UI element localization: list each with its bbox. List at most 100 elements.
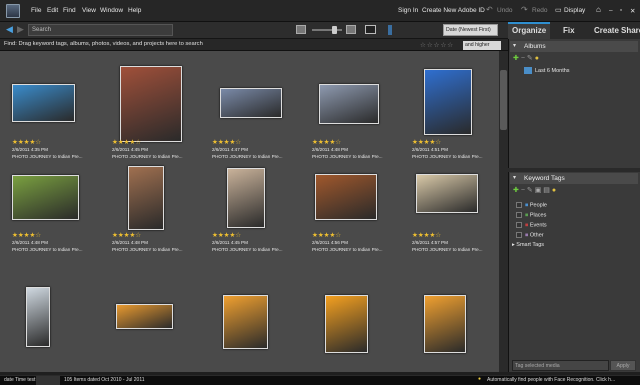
rating-stars[interactable]: ★★★★☆ — [112, 231, 141, 239]
redo-button[interactable]: Redo — [532, 7, 548, 14]
photo-thumbnail[interactable] — [12, 175, 79, 220]
photo-thumbnail[interactable] — [220, 88, 282, 118]
large-thumbnail-icon[interactable] — [346, 25, 356, 34]
photo-thumbnail[interactable] — [128, 166, 164, 230]
rating-stars[interactable]: ★★★★☆ — [312, 138, 341, 146]
full-screen-icon[interactable] — [365, 25, 376, 34]
maximize-button[interactable]: ▫ — [620, 7, 622, 14]
rating-stars[interactable]: ★★★★☆ — [412, 138, 441, 146]
albums-toolbar: ✚ − ✎ ● — [513, 54, 539, 63]
tag-selected-input[interactable]: Tag selected media — [512, 360, 609, 371]
home-icon[interactable]: ⌂ — [596, 5, 601, 14]
keyword-tags-header[interactable]: Keyword Tags — [510, 173, 638, 184]
tag-checkbox[interactable] — [516, 212, 522, 218]
menu-help[interactable]: Help — [128, 7, 141, 14]
photo-thumbnail[interactable] — [227, 168, 265, 228]
rating-stars[interactable]: ★★★★☆ — [312, 231, 341, 239]
menu-file[interactable]: File — [31, 7, 41, 14]
thumbnail-size-icon[interactable] — [296, 25, 306, 34]
bulb-icon[interactable]: ● — [552, 187, 556, 194]
minimize-button[interactable]: – — [609, 7, 613, 14]
timeline-toggle[interactable] — [36, 376, 60, 385]
tag-item-people[interactable]: ■ People — [516, 202, 547, 208]
album-item[interactable]: Last 6 Months — [524, 67, 570, 74]
sort-select[interactable]: Date (Newest First) — [443, 24, 498, 36]
import-icon[interactable]: ▣ — [535, 187, 544, 194]
rating-stars[interactable]: ★★★★☆ — [212, 231, 241, 239]
create-id-link[interactable]: Create New Adobe ID — [422, 7, 485, 14]
item-date: 2/6/2011 4:51 PM — [412, 147, 448, 152]
rating-stars[interactable]: ★★★★☆ — [12, 138, 41, 146]
add-icon[interactable]: ✚ — [513, 187, 519, 194]
add-icon[interactable]: ✚ — [513, 55, 519, 62]
tag-checkbox[interactable] — [516, 222, 522, 228]
photo-thumbnail[interactable] — [416, 174, 478, 213]
forward-arrow-icon[interactable]: ▶ — [17, 24, 24, 35]
tag-label: People — [529, 202, 547, 209]
sign-in-link[interactable]: Sign In — [398, 7, 418, 14]
close-button[interactable]: ✕ — [630, 7, 635, 15]
rating-stars[interactable]: ★★★★☆ — [212, 138, 241, 146]
album-icon — [524, 67, 532, 74]
bulb-icon[interactable]: ● — [535, 55, 539, 62]
undo-button[interactable]: Undo — [497, 7, 513, 14]
collapse-icon[interactable]: ▾ — [513, 174, 516, 181]
tab-share[interactable]: Share — [621, 26, 640, 35]
tab-create[interactable]: Create — [594, 26, 619, 35]
apply-button[interactable]: Apply — [610, 360, 636, 371]
photo-thumbnail[interactable] — [424, 295, 466, 353]
tag-label: Other — [529, 232, 544, 239]
menu-window[interactable]: Window — [100, 7, 123, 14]
photo-thumbnail[interactable] — [315, 174, 377, 220]
keyword-tags-title: Keyword Tags — [524, 175, 565, 182]
panel-divider[interactable] — [508, 168, 640, 172]
albums-header[interactable]: Albums — [510, 41, 638, 52]
photo-thumbnail[interactable] — [120, 66, 182, 142]
item-date: 2/6/2011 4:45 PM — [112, 147, 148, 152]
item-caption: PHOTO JOURNEY to Indian Pre... — [312, 154, 383, 159]
search-input[interactable]: Search — [28, 24, 173, 36]
edit-icon[interactable]: ✎ — [527, 187, 535, 194]
photo-thumbnail[interactable] — [116, 304, 173, 329]
tag-item-other[interactable]: ■ Other — [516, 232, 544, 238]
item-date: 2/6/2011 4:47 PM — [212, 147, 248, 152]
photo-thumbnail[interactable] — [424, 69, 472, 135]
tab-organize[interactable]: Organize — [512, 26, 546, 35]
status-left: date Time test — [4, 377, 36, 383]
zoom-slider-handle[interactable] — [332, 26, 337, 34]
menu-view[interactable]: View — [82, 7, 96, 14]
photo-thumbnail[interactable] — [325, 295, 368, 353]
smart-tags-item[interactable]: ▸ Smart Tags — [512, 242, 544, 248]
smart-tags-label: Smart Tags — [516, 242, 545, 248]
photo-thumbnail[interactable] — [319, 84, 379, 124]
back-arrow-icon[interactable]: ◀ — [6, 24, 13, 35]
item-caption: PHOTO JOURNEY to Indian Pre... — [412, 247, 483, 252]
photo-thumbnail[interactable] — [12, 84, 75, 122]
edit-icon[interactable]: ✎ — [527, 55, 535, 62]
photo-thumbnail[interactable] — [223, 295, 268, 349]
rating-filter-select[interactable]: and higher — [463, 41, 501, 50]
stars-filter-icon[interactable] — [388, 25, 392, 35]
tag-checkbox[interactable] — [516, 202, 522, 208]
rating-stars[interactable]: ★★★★☆ — [412, 231, 441, 239]
tag-item-places[interactable]: ■ Places — [516, 212, 546, 218]
item-caption: PHOTO JOURNEY to Indian Pre... — [12, 154, 83, 159]
grid-scrollbar-thumb[interactable] — [500, 70, 507, 130]
collapse-icon[interactable]: ▾ — [513, 42, 516, 49]
photo-thumbnail[interactable] — [26, 287, 50, 347]
tab-fix[interactable]: Fix — [563, 26, 575, 35]
undo-icon[interactable]: ↶ — [486, 5, 493, 14]
zoom-slider-track[interactable] — [312, 29, 342, 31]
display-menu[interactable]: Display — [564, 7, 585, 14]
rating-stars[interactable]: ★★★★☆ — [112, 138, 141, 146]
menu-find[interactable]: Find — [63, 7, 76, 14]
tag-checkbox[interactable] — [516, 232, 522, 238]
redo-icon[interactable]: ↷ — [521, 5, 528, 14]
status-tip[interactable]: Automatically find people with Face Reco… — [487, 377, 615, 383]
menu-edit[interactable]: Edit — [47, 7, 58, 14]
tag-item-events[interactable]: ■ Events — [516, 222, 547, 228]
rating-stars[interactable]: ★★★★☆ — [12, 231, 41, 239]
rating-filter-stars[interactable]: ☆☆☆☆☆ — [420, 41, 454, 49]
albums-title: Albums — [524, 43, 546, 50]
export-icon[interactable]: ▤ — [543, 187, 552, 194]
